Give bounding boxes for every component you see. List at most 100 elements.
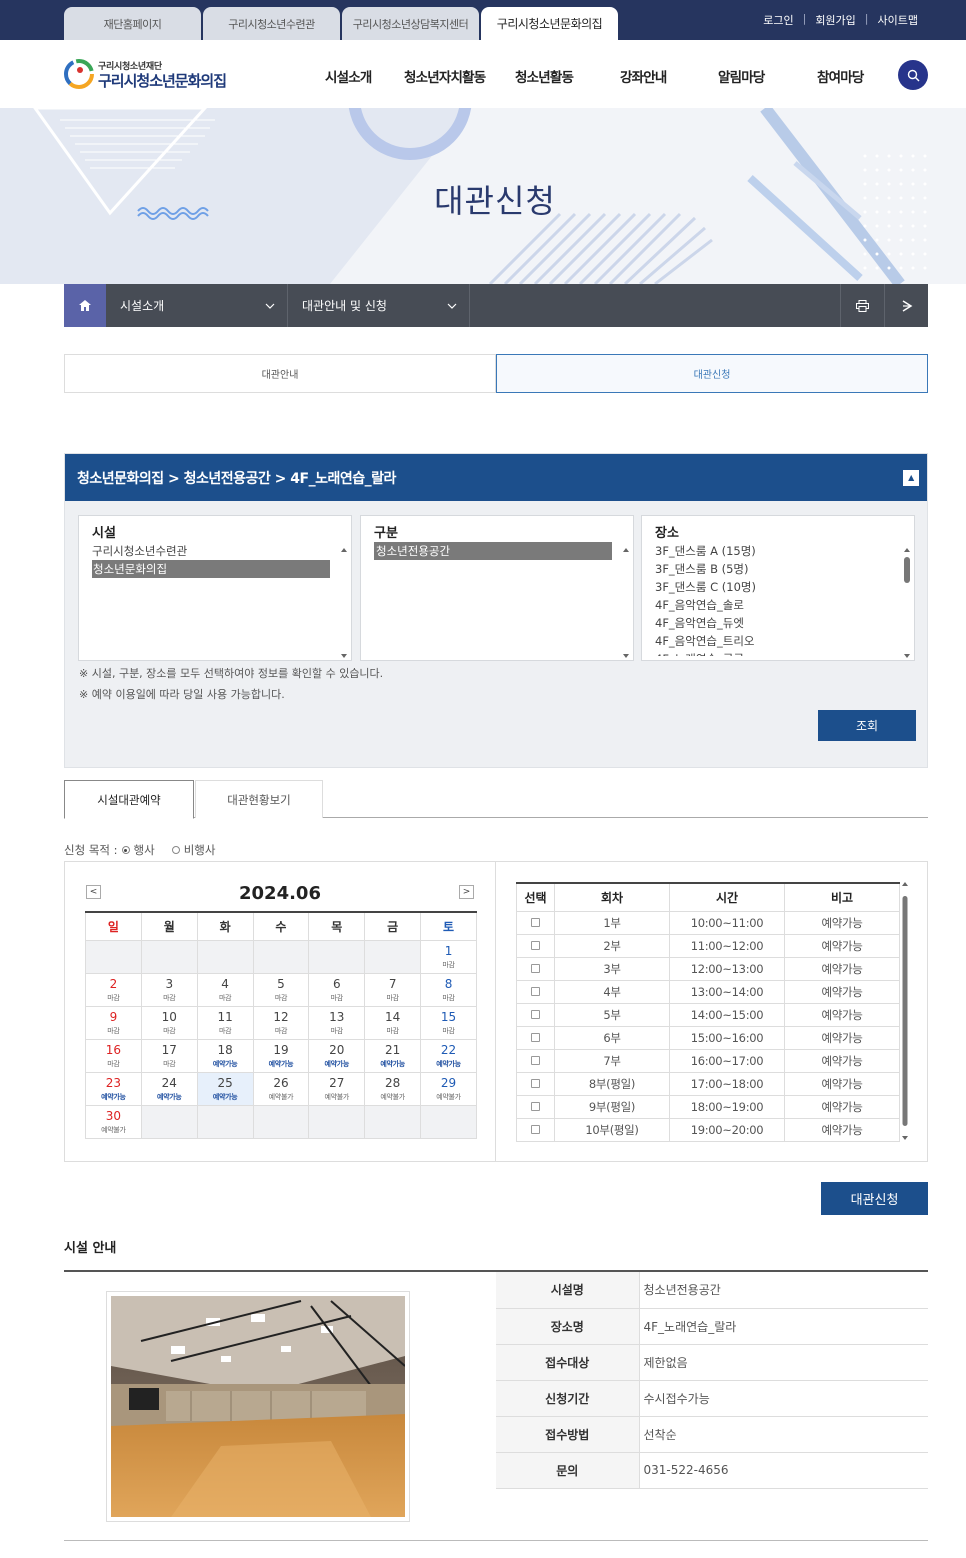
calendar-day[interactable]: 5 마감 [252, 972, 310, 1007]
tab-rental-status[interactable]: 대관현황보기 [195, 780, 323, 818]
calendar-day[interactable]: 13 마감 [308, 1005, 366, 1040]
time-slot-row: 3부 12:00~13:00 예약가능 [516, 956, 900, 981]
nav-facility-intro[interactable]: 시설소개 [325, 66, 372, 86]
home-button[interactable] [64, 284, 106, 327]
rental-apply-button[interactable]: 대관신청 [821, 1182, 928, 1215]
scrollbar[interactable] [903, 548, 911, 658]
login-link[interactable]: 로그인 [763, 12, 793, 28]
place-option[interactable]: 3F_댄스룸 A (15명) [642, 542, 914, 560]
calendar-day[interactable]: 18 예약가능 [196, 1038, 254, 1073]
place-option[interactable]: 4F_음악연습_트리오 [642, 632, 914, 650]
calendar-day[interactable]: 7 마감 [364, 972, 422, 1007]
place-listbox[interactable]: 장소 3F_댄스룸 A (15명) 3F_댄스룸 B (5명) 3F_댄스룸 C… [641, 515, 915, 661]
calendar-day[interactable]: 26 예약불가 [252, 1071, 310, 1106]
time-slot-checkbox[interactable] [531, 963, 540, 973]
calendar-day[interactable]: 16 마감 [85, 1038, 142, 1073]
scrollbar[interactable] [622, 548, 630, 658]
calendar-day[interactable]: 11 마감 [196, 1005, 254, 1040]
time-slot-checkbox[interactable] [531, 917, 540, 927]
search-button[interactable] [898, 60, 928, 90]
collapse-toggle-icon[interactable]: ▲ [903, 469, 919, 486]
calendar-day[interactable]: 29 예약불가 [420, 1071, 477, 1106]
calendar-day-number: 1 [444, 943, 453, 958]
calendar-day[interactable]: 24 예약가능 [140, 1071, 198, 1106]
nav-youth-activity[interactable]: 청소년활동 [515, 66, 574, 86]
calendar-day[interactable]: 28 예약불가 [364, 1071, 422, 1106]
time-slot-checkbox[interactable] [531, 1009, 540, 1019]
place-option[interactable]: 3F_댄스룸 C (10명) [642, 578, 914, 596]
place-option[interactable]: 4F_음악연습_솔로 [642, 596, 914, 614]
purpose-radio-event[interactable] [121, 846, 130, 854]
location-dropdown-1[interactable]: 시설소개 [106, 284, 288, 327]
calendar-day[interactable]: 21 예약가능 [364, 1038, 422, 1073]
site-tab-foundation[interactable]: 재단홈페이지 [64, 7, 201, 40]
calendar-day[interactable]: 1 마감 [420, 939, 477, 974]
calendar-day-number: 21 [385, 1042, 401, 1057]
page-title: 대관신청 [434, 182, 556, 220]
calendar-prev-button[interactable]: < [86, 885, 101, 899]
location-dropdown-2[interactable]: 대관안내 및 신청 [288, 284, 470, 327]
share-button[interactable] [884, 284, 928, 327]
calendar-day[interactable]: 19 예약가능 [252, 1038, 310, 1073]
calendar-day-number: 6 [332, 976, 341, 991]
calendar-day[interactable]: 3 마감 [140, 972, 198, 1007]
time-slot-session: 7부 [554, 1048, 670, 1073]
calendar-day[interactable]: 14 마감 [364, 1005, 422, 1040]
place-option[interactable]: 4F_노래연습_루루 [642, 650, 914, 656]
site-tab-counseling-center[interactable]: 구리시청소년상담복지센터 [342, 7, 479, 40]
calendar-day[interactable]: 23 예약가능 [85, 1071, 142, 1106]
time-slot-checkbox[interactable] [531, 940, 540, 950]
purpose-radio-non-event[interactable] [171, 846, 180, 854]
nav-notice[interactable]: 알림마당 [718, 66, 765, 86]
site-tab-training-center[interactable]: 구리시청소년수련관 [203, 7, 340, 40]
sitemap-link[interactable]: 사이트맵 [878, 12, 918, 28]
tab-facility-reservation[interactable]: 시설대관예약 [64, 780, 194, 819]
calendar-day[interactable]: 12 마감 [252, 1005, 310, 1040]
calendar-day[interactable]: 20 예약가능 [308, 1038, 366, 1073]
calendar-day[interactable]: 27 예약불가 [308, 1071, 366, 1106]
query-button[interactable]: 조회 [818, 710, 916, 741]
calendar-day[interactable]: 10 마감 [140, 1005, 198, 1040]
calendar-day[interactable]: 25 예약가능 [196, 1071, 254, 1106]
utility-links: 로그인 | 회원가입 | 사이트맵 [763, 12, 918, 28]
time-slot-checkbox[interactable] [531, 1055, 540, 1065]
scrollbar[interactable] [901, 882, 909, 1140]
tab-rental-info[interactable]: 대관안내 [64, 354, 496, 393]
time-slot-checkbox[interactable] [531, 1124, 540, 1134]
tab-rental-apply[interactable]: 대관신청 [496, 354, 928, 393]
calendar-day[interactable]: 15 마감 [420, 1005, 477, 1040]
place-option[interactable]: 4F_음악연습_듀엣 [642, 614, 914, 632]
calendar-next-button[interactable]: > [459, 885, 474, 899]
category-listbox[interactable]: 구분 청소년전용공간 [360, 515, 634, 661]
calendar-day[interactable]: 8 마감 [420, 972, 477, 1007]
nav-lectures[interactable]: 강좌안내 [620, 66, 667, 86]
calendar-grid: 일월화수목금토 1 마감 2 마감 3 마감 4 마감 5 마감 6 마감 7 마감 8 마감 9 마감 10 마감 1… [85, 911, 477, 1139]
nav-youth-autonomy[interactable]: 청소년자치활동 [404, 66, 486, 86]
calendar-day[interactable]: 9 마감 [85, 1005, 142, 1040]
calendar-empty-cell [252, 939, 310, 974]
calendar-day[interactable]: 4 마감 [196, 972, 254, 1007]
facility-option[interactable]: 구리시청소년수련관 [79, 542, 351, 560]
calendar-empty-cell [308, 939, 366, 974]
join-link[interactable]: 회원가입 [815, 12, 855, 28]
time-slot-checkbox[interactable] [531, 1078, 540, 1088]
time-slot-checkbox[interactable] [531, 1032, 540, 1042]
facility-listbox[interactable]: 시설 구리시청소년수련관 청소년문화의집 [78, 515, 352, 661]
calendar-day-number: 5 [277, 976, 285, 991]
time-slot-checkbox[interactable] [531, 986, 540, 996]
category-option-selected[interactable]: 청소년전용공간 [374, 542, 612, 560]
time-slot-checkbox[interactable] [531, 1101, 540, 1111]
print-button[interactable] [840, 284, 884, 327]
calendar-day[interactable]: 6 마감 [308, 972, 366, 1007]
facility-option-selected[interactable]: 청소년문화의집 [92, 560, 330, 578]
search-icon [907, 69, 919, 81]
calendar-day[interactable]: 17 마감 [140, 1038, 198, 1073]
calendar-day[interactable]: 2 마감 [85, 972, 142, 1007]
facility-photo-image [111, 1296, 406, 1517]
site-tab-culture-house[interactable]: 구리시청소년문화의집 [481, 7, 618, 40]
calendar-day[interactable]: 30 예약불가 [85, 1104, 142, 1139]
calendar-day[interactable]: 22 예약가능 [420, 1038, 477, 1073]
scrollbar[interactable] [340, 548, 348, 658]
nav-participation[interactable]: 참여마당 [817, 66, 864, 86]
place-option[interactable]: 3F_댄스룸 B (5명) [642, 560, 914, 578]
